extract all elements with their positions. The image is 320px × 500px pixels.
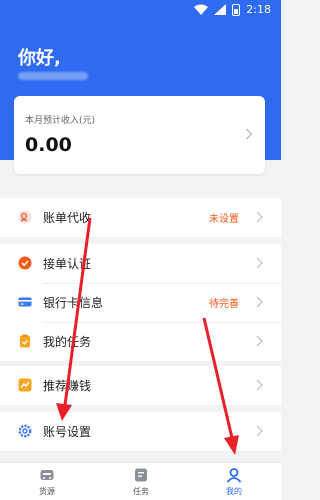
- income-label: 本月预计收入(元): [25, 116, 96, 126]
- user-icon: [226, 468, 242, 483]
- chevron-right-icon: [246, 128, 253, 140]
- menu-item-my-tasks[interactable]: 我的任务: [0, 322, 281, 361]
- menu-group-settings: 账号设置: [0, 412, 281, 451]
- menu-item-bank-card[interactable]: 银行卡信息 待完善: [0, 283, 281, 322]
- wifi-icon: [194, 4, 209, 15]
- truck-icon: [40, 470, 54, 480]
- menu-item-label: 接单认证: [43, 257, 92, 271]
- referral-icon: [18, 378, 32, 392]
- income-value: 0.00: [25, 134, 72, 156]
- status-badge: 未设置: [209, 214, 239, 225]
- tab-label: 我的: [226, 487, 242, 496]
- menu-item-account-settings[interactable]: 账号设置: [0, 412, 281, 451]
- chevron-right-icon: [256, 379, 263, 391]
- greeting-text: 你好,: [18, 48, 61, 69]
- menu-item-order-cert[interactable]: 接单认证: [0, 244, 281, 283]
- income-card[interactable]: 本月预计收入(元) 0.00: [14, 96, 265, 174]
- menu-item-label: 银行卡信息: [43, 296, 104, 310]
- menu-group-billing: 账单代收 未设置: [0, 198, 281, 237]
- bottom-tab-bar: 货源 任务 我的: [0, 462, 281, 500]
- menu-item-label: 账单代收: [43, 211, 92, 225]
- menu-item-label: 账号设置: [43, 425, 92, 439]
- task-clipboard-icon: [20, 334, 30, 348]
- status-badge: 待完善: [209, 299, 239, 310]
- menu-group-account: 接单认证 银行卡信息 待完善 我的任务: [0, 244, 281, 361]
- tab-mine[interactable]: 我的: [204, 467, 264, 497]
- menu-item-label: 推荐赚钱: [43, 379, 92, 393]
- status-time: 2:18: [246, 3, 271, 16]
- chevron-right-icon: [256, 335, 263, 347]
- chevron-right-icon: [256, 425, 263, 437]
- tab-tasks[interactable]: 任务: [111, 467, 171, 497]
- signal-icon: [214, 4, 227, 15]
- chevron-right-icon: [256, 296, 263, 308]
- menu-item-label: 我的任务: [43, 335, 92, 349]
- status-bar: 2:18: [0, 0, 281, 20]
- menu-group-referral: 推荐赚钱: [0, 366, 281, 405]
- certification-icon: [18, 256, 32, 270]
- task-icon: [135, 468, 147, 482]
- tab-label: 货源: [39, 487, 55, 496]
- bill-agent-icon: [18, 210, 32, 224]
- menu-item-bill-agent[interactable]: 账单代收 未设置: [0, 198, 281, 237]
- battery-icon: [232, 3, 241, 16]
- bank-card-icon: [18, 297, 32, 307]
- menu-item-referral[interactable]: 推荐赚钱: [0, 366, 281, 405]
- tab-label: 任务: [133, 487, 149, 496]
- tab-cargo[interactable]: 货源: [17, 467, 77, 497]
- chevron-right-icon: [256, 257, 263, 269]
- chevron-right-icon: [256, 211, 263, 223]
- settings-gear-icon: [18, 424, 32, 438]
- user-name-redacted: [18, 72, 88, 80]
